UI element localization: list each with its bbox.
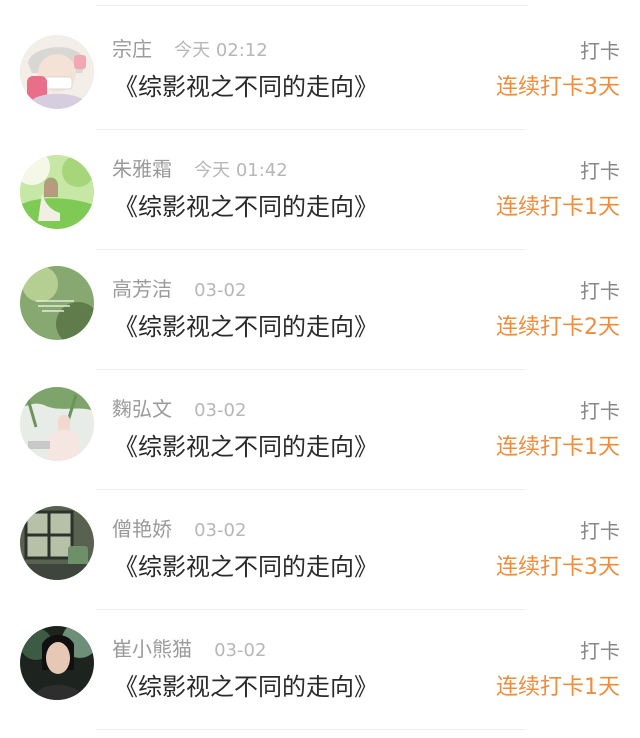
timestamp: 03-02 xyxy=(194,280,247,301)
list-item[interactable]: 高芳洁 03-02 《综影视之不同的走向》 打卡 连续打卡2天 xyxy=(0,246,640,370)
user-name[interactable]: 僧艳娇 xyxy=(112,517,172,541)
timestamp: 今天 02:12 xyxy=(174,40,268,61)
entry-meta: 高芳洁 03-02 xyxy=(112,274,246,304)
list-item[interactable]: 僧艳娇 03-02 《综影视之不同的走向》 打卡 连续打卡3天 xyxy=(0,486,640,610)
checkin-list: 宗庄 今天 02:12 《综影视之不同的走向》 打卡 连续打卡3天 朱雅霜 今天… xyxy=(0,0,640,738)
streak-label: 连续打卡2天 xyxy=(496,315,620,340)
book-title[interactable]: 《综影视之不同的走向》 xyxy=(114,551,378,583)
user-name[interactable]: 崔小熊猫 xyxy=(112,637,192,661)
book-title[interactable]: 《综影视之不同的走向》 xyxy=(114,671,378,703)
entry-meta: 宗庄 今天 02:12 xyxy=(112,34,268,64)
streak-label: 连续打卡1天 xyxy=(496,435,620,460)
streak-label: 连续打卡1天 xyxy=(496,675,620,700)
streak-label: 连续打卡1天 xyxy=(496,195,620,220)
checkin-label: 打卡 xyxy=(580,279,620,303)
user-name[interactable]: 朱雅霜 xyxy=(112,157,172,181)
book-title[interactable]: 《综影视之不同的走向》 xyxy=(114,71,378,103)
anime-boy-mask-avatar[interactable] xyxy=(20,35,94,109)
girl-green-background-avatar[interactable] xyxy=(20,155,94,229)
user-name[interactable]: 麴弘文 xyxy=(112,397,172,421)
list-item[interactable]: 宗庄 今天 02:12 《综影视之不同的走向》 打卡 连续打卡3天 xyxy=(0,6,640,130)
timestamp: 03-02 xyxy=(194,400,247,421)
green-text-avatar[interactable] xyxy=(20,266,94,340)
user-name[interactable]: 宗庄 xyxy=(112,37,152,61)
entry-meta: 崔小熊猫 03-02 xyxy=(112,634,266,664)
list-item[interactable]: 崔小熊猫 03-02 《综影视之不同的走向》 打卡 连续打卡1天 xyxy=(0,606,640,730)
book-title[interactable]: 《综影视之不同的走向》 xyxy=(114,431,378,463)
list-item[interactable]: 麴弘文 03-02 《综影视之不同的走向》 打卡 连续打卡1天 xyxy=(0,366,640,490)
book-title[interactable]: 《综影视之不同的走向》 xyxy=(114,191,378,223)
entry-meta: 僧艳娇 03-02 xyxy=(112,514,246,544)
book-title[interactable]: 《综影视之不同的走向》 xyxy=(114,311,378,343)
entry-meta: 朱雅霜 今天 01:42 xyxy=(112,154,288,184)
list-item[interactable]: 朱雅霜 今天 01:42 《综影视之不同的走向》 打卡 连续打卡1天 xyxy=(0,126,640,250)
checkin-label: 打卡 xyxy=(580,399,620,423)
timestamp: 今天 01:42 xyxy=(194,160,288,181)
timestamp: 03-02 xyxy=(214,640,267,661)
entry-meta: 麴弘文 03-02 xyxy=(112,394,246,424)
checkin-label: 打卡 xyxy=(580,159,620,183)
user-name[interactable]: 高芳洁 xyxy=(112,277,172,301)
dark-haired-man-avatar[interactable] xyxy=(20,626,94,700)
ivy-wall-avatar[interactable] xyxy=(20,387,94,461)
timestamp: 03-02 xyxy=(194,520,247,541)
streak-label: 连续打卡3天 xyxy=(496,75,620,100)
checkin-label: 打卡 xyxy=(580,519,620,543)
streak-label: 连续打卡3天 xyxy=(496,555,620,580)
row-divider xyxy=(96,729,526,730)
checkin-label: 打卡 xyxy=(580,39,620,63)
window-plant-avatar[interactable] xyxy=(20,506,94,580)
checkin-label: 打卡 xyxy=(580,639,620,663)
